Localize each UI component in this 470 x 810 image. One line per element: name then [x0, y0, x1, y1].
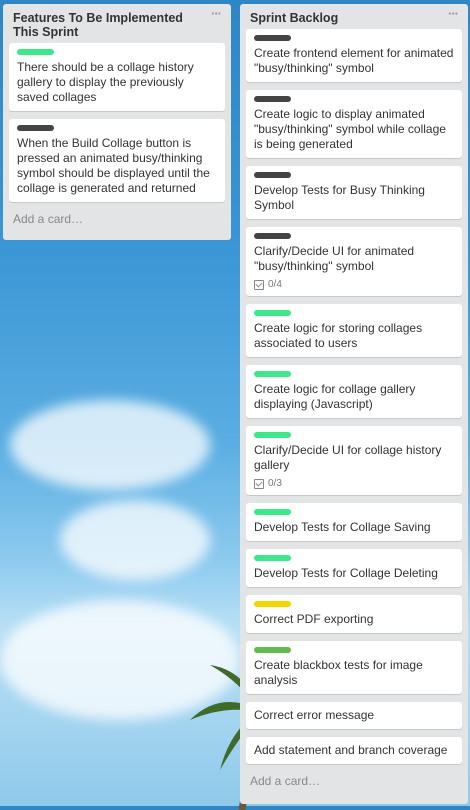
cloud — [60, 500, 210, 580]
card[interactable]: When the Build Collage button is pressed… — [9, 119, 225, 202]
card[interactable]: Correct error message — [246, 702, 462, 729]
card[interactable]: Create frontend element for animated "bu… — [246, 29, 462, 82]
list-features-to-implement: Features To Be Implemented This Sprint ·… — [3, 4, 231, 240]
card-label-mint — [17, 49, 54, 55]
card-title: Develop Tests for Collage Saving — [254, 520, 431, 534]
card-label-dark — [17, 125, 54, 131]
list-title[interactable]: Sprint Backlog — [250, 11, 338, 25]
card[interactable]: Create logic for storing collages associ… — [246, 304, 462, 357]
card-title: Create logic to display animated "busy/t… — [254, 107, 446, 151]
card-label-green — [254, 647, 291, 653]
checklist-badge: 0/3 — [254, 478, 454, 489]
card-label-dark — [254, 96, 291, 102]
card-title: Create logic for storing collages associ… — [254, 321, 423, 350]
card-title: Develop Tests for Collage Deleting — [254, 566, 438, 580]
add-card-button[interactable]: Add a card… — [246, 772, 462, 796]
card-label-dark — [254, 233, 291, 239]
card-title: Correct error message — [254, 708, 375, 722]
list-sprint-backlog: Sprint Backlog ··· Create frontend eleme… — [240, 4, 468, 804]
card[interactable]: Clarify/Decide UI for animated "busy/thi… — [246, 227, 462, 296]
card-title: There should be a collage history galler… — [17, 60, 194, 104]
card[interactable]: Correct PDF exporting — [246, 595, 462, 633]
list-header[interactable]: Features To Be Implemented This Sprint ·… — [9, 4, 225, 43]
card-title: Correct PDF exporting — [254, 612, 374, 626]
card-title: When the Build Collage button is pressed… — [17, 136, 210, 195]
card[interactable]: Create logic to display animated "busy/t… — [246, 90, 462, 158]
card-title: Create blackbox tests for image analysis — [254, 658, 423, 687]
checklist-icon — [254, 478, 264, 489]
card-container: Create frontend element for animated "bu… — [246, 29, 462, 764]
card-label-mint — [254, 555, 291, 561]
card-title: Create logic for collage gallery display… — [254, 382, 416, 411]
card-title: Clarify/Decide UI for collage history ga… — [254, 443, 442, 472]
card-label-mint — [254, 310, 291, 316]
card-title: Develop Tests for Busy Thinking Symbol — [254, 183, 425, 212]
list-title[interactable]: Features To Be Implemented This Sprint — [13, 11, 183, 39]
card-label-dark — [254, 35, 291, 41]
card-label-dark — [254, 172, 291, 178]
checklist-badge: 0/4 — [254, 279, 454, 290]
card[interactable]: Create blackbox tests for image analysis — [246, 641, 462, 694]
checklist-count: 0/3 — [268, 478, 282, 489]
list-menu-icon[interactable]: ··· — [211, 7, 222, 21]
card-label-mint — [254, 432, 291, 438]
card-title: Clarify/Decide UI for animated "busy/thi… — [254, 244, 415, 273]
card[interactable]: Develop Tests for Collage Saving — [246, 503, 462, 541]
card[interactable]: Create logic for collage gallery display… — [246, 365, 462, 418]
card-title: Add statement and branch coverage — [254, 743, 448, 757]
card-label-mint — [254, 509, 291, 515]
card[interactable]: Add statement and branch coverage — [246, 737, 462, 764]
list-menu-icon[interactable]: ··· — [448, 7, 459, 21]
checklist-count: 0/4 — [268, 279, 282, 290]
card-container: There should be a collage history galler… — [9, 43, 225, 202]
card-label-mint — [254, 371, 291, 377]
card-title: Create frontend element for animated "bu… — [254, 46, 454, 75]
checklist-icon — [254, 279, 264, 290]
cloud — [10, 400, 210, 490]
card[interactable]: Clarify/Decide UI for collage history ga… — [246, 426, 462, 495]
card[interactable]: There should be a collage history galler… — [9, 43, 225, 111]
add-card-button[interactable]: Add a card… — [9, 210, 225, 234]
card-label-yellow — [254, 601, 291, 607]
card[interactable]: Develop Tests for Busy Thinking Symbol — [246, 166, 462, 219]
list-header[interactable]: Sprint Backlog ··· — [246, 4, 462, 29]
card[interactable]: Develop Tests for Collage Deleting — [246, 549, 462, 587]
